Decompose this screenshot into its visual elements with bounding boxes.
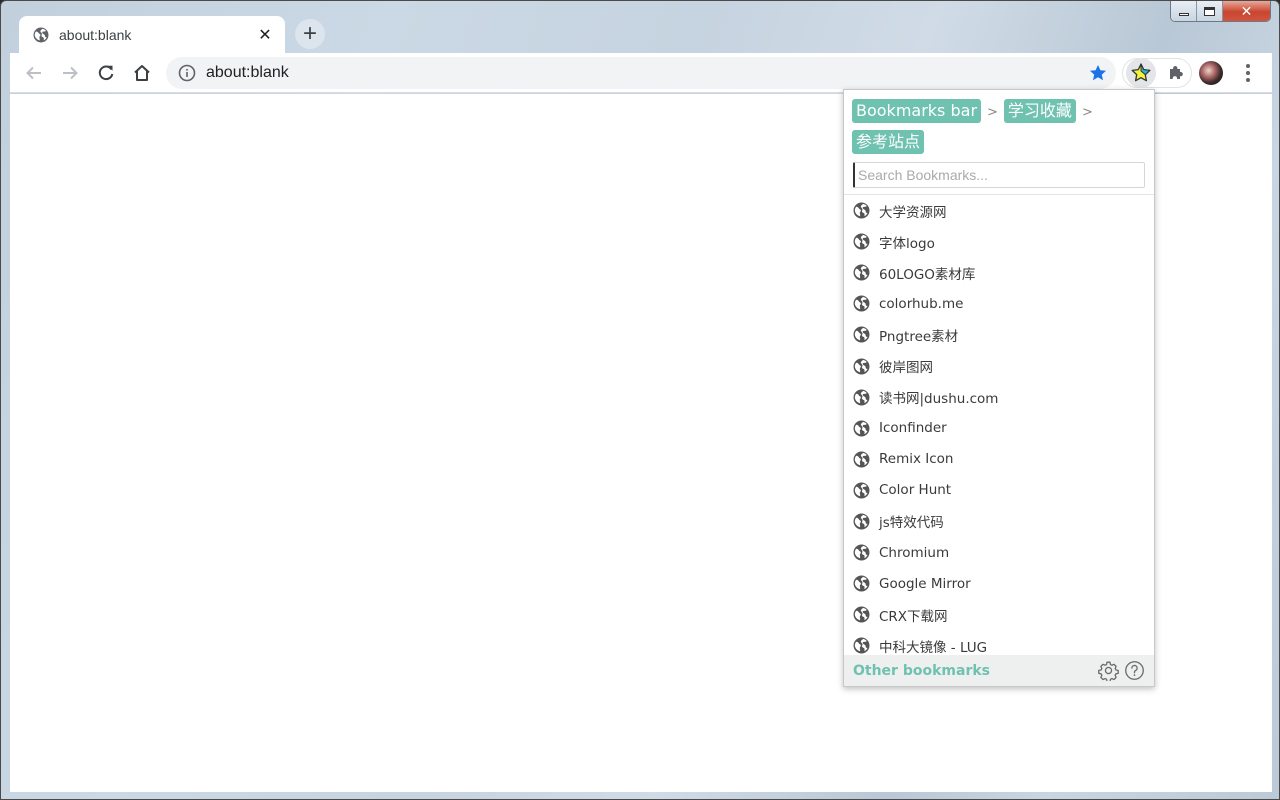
globe-icon [853, 233, 870, 250]
globe-icon [853, 295, 870, 312]
arrow-left-icon [26, 66, 41, 79]
bookmark-title: Chromium [879, 544, 950, 561]
globe-icon [853, 482, 870, 499]
bookmark-list: 大学资源网 字体logo 60LOGO素材库 colorhub.me Pngtr… [844, 195, 1154, 661]
bookmark-item[interactable]: 字体logo [844, 226, 1154, 257]
search-container [844, 156, 1154, 195]
help-circle-icon[interactable] [1124, 660, 1145, 681]
bookmark-title: Color Hunt [879, 482, 952, 499]
bookmark-title: 字体logo [879, 235, 935, 252]
other-bookmarks-link[interactable]: Other bookmarks [853, 663, 1093, 679]
forward-button[interactable] [56, 59, 84, 87]
bookmark-item[interactable]: Color Hunt [844, 475, 1154, 506]
url-text[interactable]: about:blank [206, 64, 289, 82]
new-tab-button[interactable]: + [295, 19, 325, 49]
profile-avatar[interactable] [1199, 61, 1223, 85]
minimize-icon [1178, 12, 1189, 16]
bookmark-item[interactable]: 大学资源网 [844, 195, 1154, 226]
tab-about-blank[interactable]: about:blank ✕ [19, 16, 285, 53]
bookmark-item[interactable]: 读书网|dushu.com [844, 382, 1154, 413]
minimize-button[interactable] [1171, 1, 1197, 21]
globe-icon [853, 513, 870, 530]
globe-icon [33, 27, 49, 42]
bookmark-item[interactable]: Google Mirror [844, 568, 1154, 599]
breadcrumb: Bookmarks bar > 学习收藏 > 参考站点 [844, 90, 1154, 156]
bookmark-title: 60LOGO素材库 [879, 266, 976, 283]
bookmark-title: 大学资源网 [879, 204, 947, 221]
globe-icon [853, 264, 870, 281]
globe-icon [853, 606, 870, 623]
bookmark-title: CRX下载网 [879, 608, 948, 625]
bookmark-item[interactable]: Remix Icon [844, 444, 1154, 475]
popup-footer: Other bookmarks [844, 655, 1154, 686]
extensions-menu-button[interactable] [1161, 58, 1191, 88]
back-button[interactable] [20, 59, 48, 87]
globe-icon [853, 637, 870, 654]
bookmark-item[interactable]: js特效代码 [844, 506, 1154, 537]
tab-title: about:blank [59, 26, 132, 43]
gear-icon[interactable] [1098, 660, 1119, 681]
bookmark-title: Pngtree素材 [879, 328, 959, 345]
globe-icon [853, 326, 870, 343]
star-filled-icon[interactable] [1088, 63, 1108, 83]
bookmark-extension-button[interactable] [1126, 58, 1156, 88]
plus-icon: + [302, 20, 317, 47]
breadcrumb-separator: > [987, 105, 998, 120]
globe-icon [853, 202, 870, 219]
bookmark-title: Google Mirror [879, 575, 971, 592]
maximize-icon [1204, 6, 1215, 16]
bookmark-title: js特效代码 [879, 515, 944, 532]
bookmark-item[interactable]: colorhub.me [844, 288, 1154, 319]
address-bar[interactable]: about:blank [166, 57, 1116, 89]
reload-icon [98, 64, 114, 80]
bookmark-item[interactable]: Chromium [844, 537, 1154, 568]
home-button[interactable] [128, 59, 156, 87]
globe-icon [853, 358, 870, 374]
bookmark-item[interactable]: 彼岸图网 [844, 350, 1154, 381]
bookmark-title: 中科大镜像 - LUG [879, 639, 988, 656]
globe-icon [853, 420, 870, 437]
bookmark-title: 读书网|dushu.com [879, 391, 999, 408]
arrow-right-icon [63, 66, 78, 79]
puzzle-icon [1170, 66, 1183, 79]
bookmark-item[interactable]: Iconfinder [844, 413, 1154, 444]
bookmark-title: colorhub.me [879, 295, 964, 312]
search-bookmarks-input[interactable] [853, 162, 1145, 188]
browser-toolbar: about:blank [10, 53, 1272, 93]
home-icon [134, 64, 150, 81]
close-window-button[interactable]: ✕ [1223, 1, 1270, 21]
reload-button[interactable] [92, 59, 120, 87]
kebab-menu-icon[interactable] [1238, 59, 1258, 87]
bookmark-item[interactable]: 60LOGO素材库 [844, 257, 1154, 288]
globe-icon [853, 451, 870, 468]
bookmark-item[interactable]: Pngtree素材 [844, 319, 1154, 350]
bookmark-title: 彼岸图网 [879, 360, 933, 377]
breadcrumb-reference-sites[interactable]: 参考站点 [852, 130, 925, 154]
globe-icon [853, 389, 870, 406]
window-caption-buttons: ✕ [1170, 1, 1271, 22]
globe-icon [853, 544, 870, 561]
breadcrumb-bookmarks-bar[interactable]: Bookmarks bar [852, 99, 982, 123]
info-icon[interactable] [178, 64, 196, 82]
globe-icon [853, 575, 870, 592]
bookmark-title: Remix Icon [879, 451, 954, 468]
bookmark-item[interactable]: CRX下载网 [844, 599, 1154, 630]
bookmarks-popup: Bookmarks bar > 学习收藏 > 参考站点 大学资源网 字体logo 60L… [843, 89, 1155, 687]
breadcrumb-separator: > [1081, 105, 1093, 120]
maximize-button[interactable] [1197, 1, 1223, 21]
bookmark-title: Iconfinder [879, 420, 947, 437]
tab-close-icon[interactable]: ✕ [257, 25, 273, 45]
close-icon: ✕ [1240, 2, 1253, 19]
breadcrumb-study-favorites[interactable]: 学习收藏 [1003, 99, 1076, 123]
star-colored-icon [1131, 63, 1151, 82]
